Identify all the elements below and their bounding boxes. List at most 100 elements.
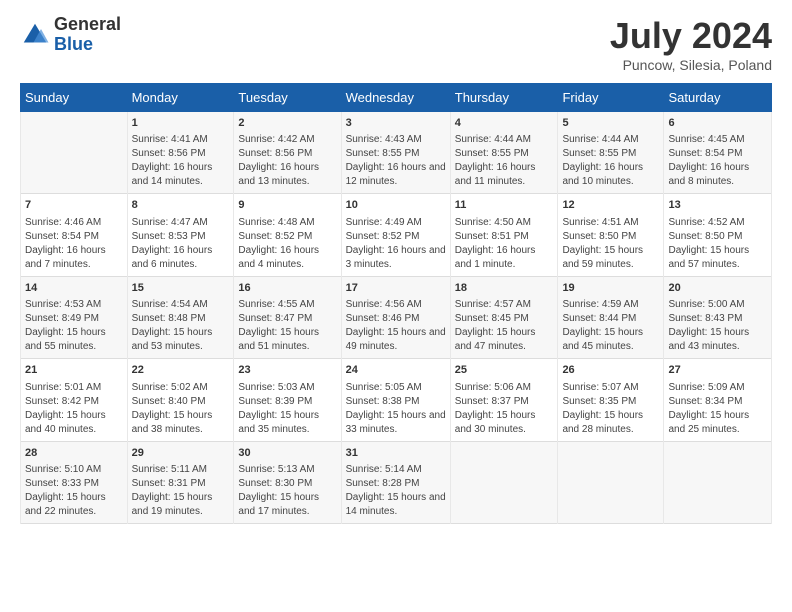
- day-number: 20: [668, 281, 767, 296]
- sunrise: Sunrise: 4:46 AM: [25, 216, 123, 230]
- daylight: Daylight: 15 hours and 40 minutes.: [25, 409, 123, 437]
- sunset: Sunset: 8:53 PM: [132, 230, 230, 244]
- daylight: Daylight: 15 hours and 25 minutes.: [668, 409, 767, 437]
- logo-icon: [20, 20, 50, 50]
- sunrise: Sunrise: 5:01 AM: [25, 381, 123, 395]
- table-cell: 10 Sunrise: 4:49 AM Sunset: 8:52 PM Dayl…: [341, 194, 450, 276]
- sunset: Sunset: 8:45 PM: [455, 312, 554, 326]
- sunset: Sunset: 8:54 PM: [668, 147, 767, 161]
- daylight: Daylight: 15 hours and 28 minutes.: [562, 409, 659, 437]
- table-cell: 7 Sunrise: 4:46 AM Sunset: 8:54 PM Dayli…: [21, 194, 128, 276]
- daylight: Daylight: 16 hours and 4 minutes.: [238, 244, 336, 272]
- sunrise: Sunrise: 4:54 AM: [132, 298, 230, 312]
- table-cell: 9 Sunrise: 4:48 AM Sunset: 8:52 PM Dayli…: [234, 194, 341, 276]
- daylight: Daylight: 16 hours and 6 minutes.: [132, 244, 230, 272]
- sunset: Sunset: 8:48 PM: [132, 312, 230, 326]
- daylight: Daylight: 16 hours and 14 minutes.: [132, 161, 230, 189]
- day-number: 2: [238, 116, 336, 131]
- table-cell: 17 Sunrise: 4:56 AM Sunset: 8:46 PM Dayl…: [341, 276, 450, 358]
- table-cell: 29 Sunrise: 5:11 AM Sunset: 8:31 PM Dayl…: [127, 441, 234, 523]
- col-monday: Monday: [127, 84, 234, 112]
- table-cell: [558, 441, 664, 523]
- sunset: Sunset: 8:38 PM: [346, 395, 446, 409]
- table-cell: 5 Sunrise: 4:44 AM Sunset: 8:55 PM Dayli…: [558, 112, 664, 194]
- table-cell: 23 Sunrise: 5:03 AM Sunset: 8:39 PM Dayl…: [234, 359, 341, 441]
- sunrise: Sunrise: 4:42 AM: [238, 133, 336, 147]
- table-cell: 31 Sunrise: 5:14 AM Sunset: 8:28 PM Dayl…: [341, 441, 450, 523]
- table-cell: 22 Sunrise: 5:02 AM Sunset: 8:40 PM Dayl…: [127, 359, 234, 441]
- daylight: Daylight: 15 hours and 19 minutes.: [132, 491, 230, 519]
- day-number: 29: [132, 446, 230, 461]
- daylight: Daylight: 16 hours and 12 minutes.: [346, 161, 446, 189]
- sunrise: Sunrise: 4:45 AM: [668, 133, 767, 147]
- table-cell: 12 Sunrise: 4:51 AM Sunset: 8:50 PM Dayl…: [558, 194, 664, 276]
- sunset: Sunset: 8:46 PM: [346, 312, 446, 326]
- sunrise: Sunrise: 4:56 AM: [346, 298, 446, 312]
- sunset: Sunset: 8:56 PM: [238, 147, 336, 161]
- day-number: 28: [25, 446, 123, 461]
- sunrise: Sunrise: 5:13 AM: [238, 463, 336, 477]
- sunrise: Sunrise: 4:57 AM: [455, 298, 554, 312]
- table-cell: 21 Sunrise: 5:01 AM Sunset: 8:42 PM Dayl…: [21, 359, 128, 441]
- sunrise: Sunrise: 5:06 AM: [455, 381, 554, 395]
- sunset: Sunset: 8:56 PM: [132, 147, 230, 161]
- table-cell: 1 Sunrise: 4:41 AM Sunset: 8:56 PM Dayli…: [127, 112, 234, 194]
- day-number: 24: [346, 363, 446, 378]
- logo-general-text: General: [54, 15, 121, 35]
- sunrise: Sunrise: 4:51 AM: [562, 216, 659, 230]
- sunset: Sunset: 8:50 PM: [562, 230, 659, 244]
- sunset: Sunset: 8:31 PM: [132, 477, 230, 491]
- sunrise: Sunrise: 5:05 AM: [346, 381, 446, 395]
- sunrise: Sunrise: 5:03 AM: [238, 381, 336, 395]
- daylight: Daylight: 16 hours and 1 minute.: [455, 244, 554, 272]
- sunset: Sunset: 8:55 PM: [455, 147, 554, 161]
- table-cell: 16 Sunrise: 4:55 AM Sunset: 8:47 PM Dayl…: [234, 276, 341, 358]
- day-number: 8: [132, 198, 230, 213]
- table-cell: 26 Sunrise: 5:07 AM Sunset: 8:35 PM Dayl…: [558, 359, 664, 441]
- daylight: Daylight: 16 hours and 10 minutes.: [562, 161, 659, 189]
- sunrise: Sunrise: 4:41 AM: [132, 133, 230, 147]
- col-sunday: Sunday: [21, 84, 128, 112]
- sunset: Sunset: 8:35 PM: [562, 395, 659, 409]
- day-number: 9: [238, 198, 336, 213]
- daylight: Daylight: 16 hours and 7 minutes.: [25, 244, 123, 272]
- table-cell: 19 Sunrise: 4:59 AM Sunset: 8:44 PM Dayl…: [558, 276, 664, 358]
- daylight: Daylight: 15 hours and 22 minutes.: [25, 491, 123, 519]
- sunset: Sunset: 8:34 PM: [668, 395, 767, 409]
- daylight: Daylight: 16 hours and 11 minutes.: [455, 161, 554, 189]
- table-cell: 2 Sunrise: 4:42 AM Sunset: 8:56 PM Dayli…: [234, 112, 341, 194]
- sunrise: Sunrise: 5:10 AM: [25, 463, 123, 477]
- table-cell: 6 Sunrise: 4:45 AM Sunset: 8:54 PM Dayli…: [664, 112, 772, 194]
- sunrise: Sunrise: 4:44 AM: [455, 133, 554, 147]
- daylight: Daylight: 15 hours and 53 minutes.: [132, 326, 230, 354]
- day-number: 14: [25, 281, 123, 296]
- day-number: 26: [562, 363, 659, 378]
- sunset: Sunset: 8:49 PM: [25, 312, 123, 326]
- page-container: General Blue July 2024 Puncow, Silesia, …: [0, 0, 792, 534]
- daylight: Daylight: 15 hours and 38 minutes.: [132, 409, 230, 437]
- table-row: 1 Sunrise: 4:41 AM Sunset: 8:56 PM Dayli…: [21, 112, 772, 194]
- day-number: 12: [562, 198, 659, 213]
- sunset: Sunset: 8:43 PM: [668, 312, 767, 326]
- sunrise: Sunrise: 5:00 AM: [668, 298, 767, 312]
- sunset: Sunset: 8:30 PM: [238, 477, 336, 491]
- col-friday: Friday: [558, 84, 664, 112]
- day-number: 6: [668, 116, 767, 131]
- sunset: Sunset: 8:54 PM: [25, 230, 123, 244]
- day-number: 13: [668, 198, 767, 213]
- sunrise: Sunrise: 4:48 AM: [238, 216, 336, 230]
- sunrise: Sunrise: 5:02 AM: [132, 381, 230, 395]
- logo: General Blue: [20, 15, 121, 55]
- sunset: Sunset: 8:39 PM: [238, 395, 336, 409]
- sunset: Sunset: 8:33 PM: [25, 477, 123, 491]
- day-number: 4: [455, 116, 554, 131]
- table-cell: 27 Sunrise: 5:09 AM Sunset: 8:34 PM Dayl…: [664, 359, 772, 441]
- daylight: Daylight: 15 hours and 45 minutes.: [562, 326, 659, 354]
- sunset: Sunset: 8:50 PM: [668, 230, 767, 244]
- table-cell: 20 Sunrise: 5:00 AM Sunset: 8:43 PM Dayl…: [664, 276, 772, 358]
- sunrise: Sunrise: 4:59 AM: [562, 298, 659, 312]
- table-row: 14 Sunrise: 4:53 AM Sunset: 8:49 PM Dayl…: [21, 276, 772, 358]
- table-cell: 14 Sunrise: 4:53 AM Sunset: 8:49 PM Dayl…: [21, 276, 128, 358]
- table-cell: 18 Sunrise: 4:57 AM Sunset: 8:45 PM Dayl…: [450, 276, 558, 358]
- sunrise: Sunrise: 4:47 AM: [132, 216, 230, 230]
